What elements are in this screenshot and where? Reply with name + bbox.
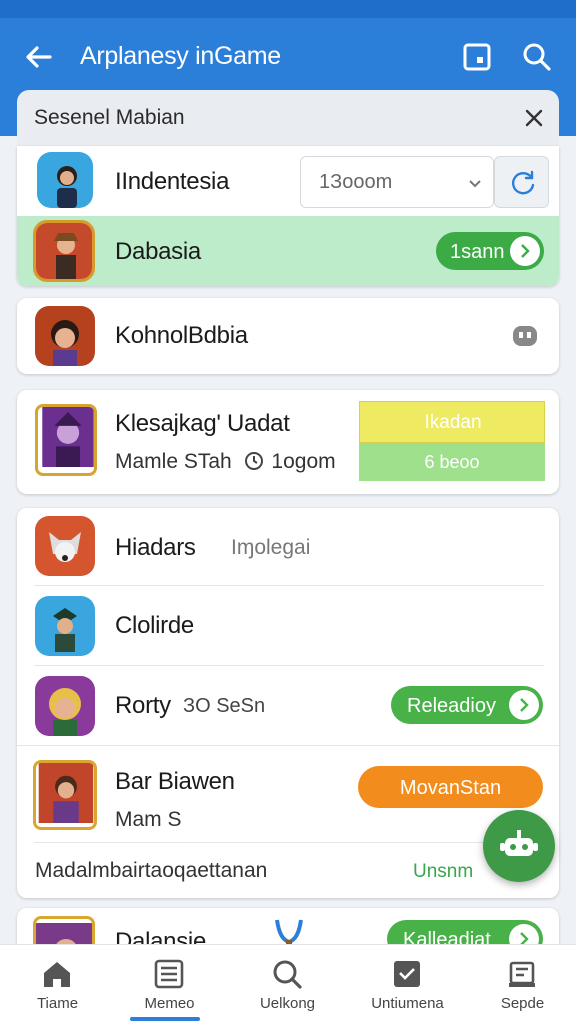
app-name: Clolirde <box>115 612 194 639</box>
app-tag: Iɱolegai <box>231 536 311 559</box>
nav-label: Memeo <box>144 995 195 1012</box>
app-name: Bar Biawen <box>115 768 235 795</box>
list-item-barbiawen[interactable]: Bar Biawen Mam S MovanStan <box>17 746 559 842</box>
bottom-navigation: Tiame Memeo Uelkong Untiumena Sepde <box>0 944 576 1024</box>
chevron-right-icon <box>510 236 540 266</box>
search-icon <box>270 957 304 991</box>
list-item-footer[interactable]: Madalmbairtaoqaettanan Unsnm <box>17 843 559 898</box>
button-label: 6 beoo <box>424 452 480 472</box>
nav-item-search[interactable]: Uelkong <box>230 945 345 1024</box>
footer-link[interactable]: Unsnm <box>413 861 473 883</box>
option-button-bottom[interactable]: 6 beoo <box>359 443 545 481</box>
active-tab-indicator <box>130 1017 200 1021</box>
list-item-dabasia[interactable]: Dabasia 1sann <box>17 216 559 286</box>
subtitle-meta: 1ogom <box>271 450 336 473</box>
app-name: Klesajkag' Uadat <box>115 410 290 437</box>
sheet-header: Sesenel Mabian <box>17 90 559 146</box>
app-subtitle: Mam S <box>115 808 182 831</box>
button-label: 1sann <box>450 241 505 263</box>
page-title: Arplanesy inGame <box>80 42 281 70</box>
list-item-klesajkag[interactable]: Klesajkag' Uadat Mamle STah 1ogom Ikadan… <box>17 390 559 494</box>
nav-item-home[interactable]: Tiame <box>0 945 115 1024</box>
button-label: MovanStan <box>399 777 502 799</box>
nav-item-settings[interactable]: Sepde <box>465 945 576 1024</box>
install-button[interactable]: 1sann <box>436 232 544 270</box>
app-subtitle: Mamle STah 1ogom <box>115 450 336 474</box>
chevron-down-icon <box>467 175 483 191</box>
news-icon <box>152 957 186 991</box>
settings-icon <box>505 957 539 991</box>
nav-label: Tiame <box>36 995 79 1012</box>
chevron-right-icon <box>509 690 539 720</box>
app-name: Dabasia <box>115 238 201 265</box>
release-button[interactable]: Releadioy <box>391 686 543 724</box>
app-name: Rorty <box>115 692 171 719</box>
robot-icon[interactable] <box>511 322 539 350</box>
list-item-clolirde[interactable]: Clolirde <box>17 586 559 666</box>
option-button-top[interactable]: Ikadan <box>359 401 545 443</box>
app-icon-kohnol <box>35 306 95 366</box>
window-icon[interactable] <box>460 40 494 74</box>
app-icon-hiadars <box>35 516 95 576</box>
app-icon-clolirde <box>35 596 95 656</box>
home-icon <box>40 957 74 991</box>
nav-item-news[interactable]: Memeo <box>112 945 227 1024</box>
status-bar <box>0 0 576 18</box>
button-label: Ikadan <box>424 412 482 433</box>
app-name: KohnolBdbia <box>115 322 248 349</box>
app-icon-rorty <box>35 676 95 736</box>
list-item-indentesia[interactable]: IIndentesia 1Зooom <box>17 146 559 216</box>
arrow-left-icon[interactable] <box>22 40 56 74</box>
app-meta: ЗO SeSn <box>183 695 266 717</box>
robot-icon <box>499 828 539 869</box>
nav-label: Sepde <box>500 995 545 1012</box>
close-icon[interactable] <box>523 107 545 129</box>
app-icon-barbiawen <box>33 760 97 830</box>
list-item-rorty[interactable]: Rorty ЗO SeSn Releadioy <box>17 666 559 746</box>
app-card-group-1: IIndentesia 1Зooom Dabasia 1sann <box>17 146 559 286</box>
list-item-hiadars[interactable]: Hiadars Iɱolegai <box>17 508 559 586</box>
list-item-kohnol[interactable]: KohnolBdbia <box>17 298 559 374</box>
button-label: Releadioy <box>407 695 496 717</box>
inbox-icon <box>390 957 424 991</box>
select-value: 1Зooom <box>319 171 393 193</box>
assistant-fab[interactable] <box>483 810 555 882</box>
clock-icon <box>244 451 264 471</box>
sheet-title: Sesenel Mabian <box>34 106 185 129</box>
app-icon-dabasia <box>33 220 95 282</box>
nav-item-inbox[interactable]: Untiumena <box>350 945 465 1024</box>
search-icon[interactable] <box>520 40 554 74</box>
app-icon-klesajkag <box>35 404 97 476</box>
version-select[interactable]: 1Зooom <box>300 156 494 208</box>
refresh-icon <box>509 169 537 202</box>
refresh-button[interactable] <box>494 156 549 208</box>
app-name: Hiadars <box>115 534 196 561</box>
nav-label: Untiumena <box>371 995 444 1012</box>
app-name: IIndentesia <box>115 168 230 195</box>
app-icon-indentesia <box>37 152 93 208</box>
subtitle-text: Mamle STah <box>115 450 232 473</box>
app-card-group-2: Hiadars Iɱolegai Clolirde Rorty ЗO SeSn … <box>17 508 559 898</box>
nav-label: Uelkong <box>259 995 316 1012</box>
advance-button[interactable]: MovanStan <box>358 766 543 808</box>
footer-text: Madalmbairtaoqaettanan <box>35 859 268 882</box>
